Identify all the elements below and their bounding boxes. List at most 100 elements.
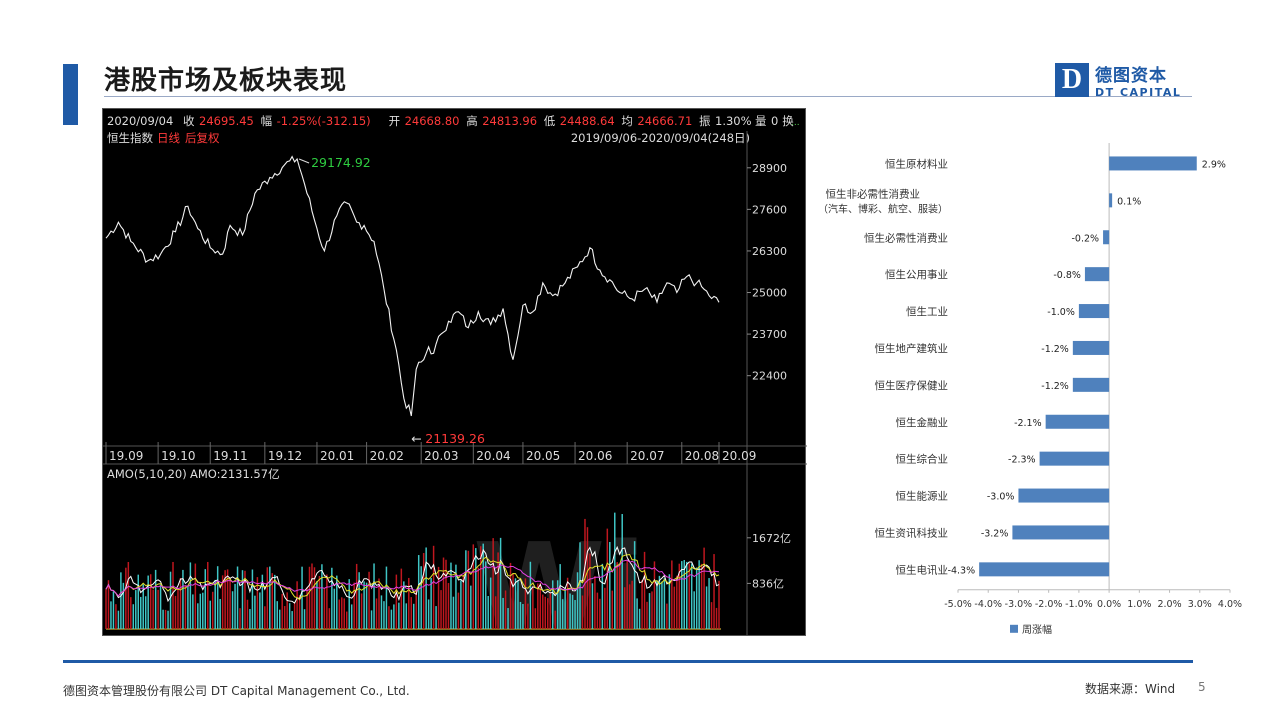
sector-bar [1012, 525, 1110, 540]
sector-performance-panel: -5.0% -4.0% -3.0% -2.0% -1.0% 0.0% 1.0% 2.0% 3.0… [818, 140, 1250, 640]
volume-bar [554, 610, 556, 629]
volume-bar [328, 608, 331, 629]
sector-value-label: -2.1% [1014, 418, 1042, 429]
volume-bar [234, 583, 236, 629]
sector-category-label: （汽车、博彩、航空、服装） [820, 202, 948, 215]
volume-bar [537, 583, 539, 629]
max-arrow [298, 158, 310, 164]
volume-bar [398, 602, 400, 629]
volume-bar [189, 562, 192, 629]
volume-bar [547, 598, 549, 629]
volume-bar [288, 603, 291, 629]
x-tick-label: 19.09 [109, 449, 143, 463]
x-tick-label: 20.09 [722, 449, 756, 463]
volume-bar [584, 518, 586, 629]
volume-bar [502, 597, 504, 629]
volume-bar [594, 576, 596, 629]
y-tick-label: 28900 [752, 162, 787, 175]
volume-bar [690, 563, 693, 629]
x-tick-label: 19.12 [268, 449, 302, 463]
volume-bar [648, 593, 651, 629]
volume-bar [216, 566, 219, 629]
legend-swatch [1010, 624, 1018, 633]
volume-bar [390, 609, 393, 629]
volume-bar [207, 561, 209, 629]
sector-x-tick-label: -2.0% [1035, 599, 1063, 610]
volume-bar [718, 580, 720, 629]
volume-bar [713, 554, 715, 629]
volume-bar [601, 563, 604, 629]
sector-category-label: 恒生能源业 [896, 490, 949, 503]
volume-bar [442, 557, 445, 629]
sector-value-label: -1.2% [1041, 344, 1069, 355]
x-tick-label: 19.11 [213, 449, 247, 463]
sector-value-label: -3.2% [981, 528, 1009, 539]
volume-bar [408, 577, 410, 629]
volume-bar [661, 581, 663, 629]
header-item: 24813.96 [482, 114, 537, 128]
volume-bar [214, 579, 216, 629]
header-item: 振 [699, 114, 711, 128]
sector-category-label: 恒生公用事业 [885, 268, 948, 281]
x-tick-label: 19.10 [161, 449, 195, 463]
sector-category-label: 恒生综合业 [896, 453, 949, 466]
volume-bar [596, 592, 599, 629]
volume-y-label: 1672亿 [752, 532, 791, 545]
volume-bar [477, 567, 480, 629]
volume-bar [651, 591, 653, 629]
volume-bar [432, 545, 435, 629]
adjust-tag: 后复权 [185, 131, 220, 145]
logo-en: DT CAPITAL [1095, 86, 1182, 99]
sector-bar [1045, 414, 1110, 429]
volume-bar [571, 594, 574, 629]
volume-bar [388, 606, 390, 629]
volume-bar [422, 553, 425, 629]
volume-bar [395, 574, 398, 629]
volume-bar [688, 563, 690, 629]
volume-bar [204, 569, 207, 629]
volume-bar [187, 585, 189, 629]
volume-bar [512, 573, 514, 629]
x-tick-label: 20.07 [630, 449, 664, 463]
volume-bar [425, 547, 427, 629]
sector-value-label: -1.0% [1047, 307, 1075, 318]
sector-category-label: 恒生资讯科技业 [875, 526, 949, 539]
volume-bar [606, 528, 609, 629]
header-item: 幅 [261, 114, 273, 128]
volume-bar [666, 603, 668, 629]
amo-value: AMO:2131.57亿 [190, 467, 280, 481]
volume-bar [410, 597, 413, 629]
header-item: 24488.64 [560, 114, 615, 128]
sector-bar [1072, 377, 1110, 392]
x-tick-label: 20.03 [424, 449, 458, 463]
volume-bar [676, 575, 678, 629]
volume-bar [569, 593, 571, 629]
volume-bar [169, 571, 172, 629]
logo-cn: 德图资本 [1095, 66, 1167, 86]
volume-bar [276, 601, 278, 629]
volume-bar [164, 609, 167, 629]
sector-x-tick-label: 2.0% [1157, 599, 1181, 610]
volume-bar [519, 601, 522, 629]
volume-bar [266, 567, 269, 629]
volume-bar [380, 595, 383, 629]
volume-bar [653, 561, 656, 629]
volume-bar [140, 596, 142, 629]
volume-bar [708, 578, 710, 629]
sector-value-label: 2.9% [1202, 159, 1226, 170]
title-accent-bar [63, 64, 78, 125]
volume-bar [614, 512, 616, 629]
sector-x-tick-label: -4.0% [974, 599, 1002, 610]
y-tick-label: 25000 [752, 287, 787, 300]
volume-bar [440, 590, 442, 629]
volume-bar [383, 601, 385, 629]
volume-bar [633, 541, 636, 629]
volume-bar [452, 596, 455, 629]
header-item: 0 [771, 114, 778, 128]
volume-bar [609, 541, 611, 629]
sector-x-tick-label: 3.0% [1188, 599, 1212, 610]
sector-category-label: 恒生非必需性消费业 [826, 187, 921, 200]
volume-bar [219, 598, 221, 629]
volume-bar [522, 604, 524, 629]
volume-bar [435, 606, 437, 629]
